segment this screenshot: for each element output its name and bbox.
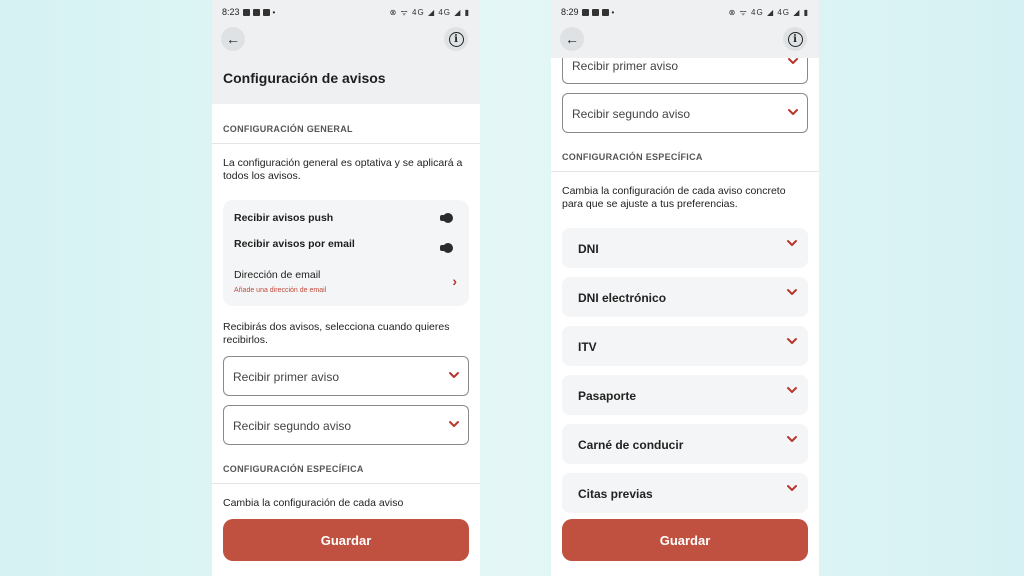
info-button[interactable]: i — [783, 27, 807, 51]
second-notice-select[interactable]: Recibir segundo aviso — [223, 405, 469, 445]
chevron-down-icon — [448, 418, 459, 428]
first-notice-value: Recibir primer aviso — [572, 59, 679, 73]
chevron-down-icon — [787, 106, 798, 116]
two-notices-description: Recibirás dos avisos, selecciona cuando … — [223, 321, 450, 346]
status-time: 8:29 — [561, 7, 579, 17]
back-button[interactable]: ← — [221, 27, 245, 51]
section-general-header: CONFIGURACIÓN GENERAL — [223, 124, 353, 134]
accordion-label: DNI electrónico — [578, 291, 667, 305]
accordion-label: Pasaporte — [578, 389, 637, 403]
divider — [212, 143, 480, 144]
accordion-dni-electronico[interactable]: DNI electrónico — [562, 277, 808, 317]
section-specific-header: CONFIGURACIÓN ESPECÍFICA — [562, 152, 703, 162]
second-notice-value: Recibir segundo aviso — [233, 419, 352, 433]
chevron-down-icon — [786, 335, 797, 345]
notification-icon — [581, 8, 589, 16]
arrow-left-icon: ← — [565, 31, 579, 47]
accordion-pasaporte[interactable]: Pasaporte — [562, 375, 808, 415]
youtube-icon — [591, 8, 599, 16]
chevron-down-icon — [786, 237, 797, 247]
app-bar-overlay: ← i — [551, 24, 819, 58]
gallery-icon — [601, 8, 609, 16]
divider — [212, 483, 480, 484]
status-icons: ⊗ ᯤ 4G ◢ 4G ◢ ▮ — [389, 7, 470, 17]
chevron-down-icon — [786, 482, 797, 492]
back-button[interactable]: ← — [560, 27, 584, 51]
divider — [551, 171, 819, 172]
push-toggle[interactable] — [440, 213, 453, 223]
email-address-hint: Añade una dirección de email — [234, 287, 327, 294]
chevron-down-icon — [786, 384, 797, 394]
save-button[interactable]: Guardar — [562, 519, 808, 561]
notification-icon — [242, 8, 250, 16]
youtube-icon — [252, 8, 260, 16]
dot-icon: • — [272, 7, 276, 17]
accordion-label: ITV — [578, 340, 597, 354]
first-notice-select[interactable]: Recibir primer aviso — [223, 356, 469, 396]
arrow-left-icon: ← — [226, 31, 240, 47]
accordion-label: Citas previas — [578, 487, 653, 501]
first-notice-value: Recibir primer aviso — [233, 370, 340, 384]
status-time: 8:23 — [222, 7, 240, 17]
specific-description: Cambia la configuración de cada aviso co… — [562, 185, 786, 210]
save-button[interactable]: Guardar — [223, 519, 469, 561]
accordion-label: Carné de conducir — [578, 438, 684, 452]
section-specific-header: CONFIGURACIÓN ESPECÍFICA — [223, 464, 364, 474]
accordion-dni[interactable]: DNI — [562, 228, 808, 268]
second-notice-select[interactable]: Recibir segundo aviso — [562, 93, 808, 133]
chevron-down-icon — [786, 433, 797, 443]
gallery-icon — [262, 8, 270, 16]
info-button[interactable]: i — [444, 27, 468, 51]
chevron-down-icon — [786, 286, 797, 296]
chevron-right-icon: › — [452, 273, 457, 289]
dot-icon: • — [611, 7, 615, 17]
accordion-citas-previas[interactable]: Citas previas — [562, 473, 808, 513]
chevron-down-icon — [448, 369, 459, 379]
push-label: Recibir avisos push — [234, 212, 334, 224]
info-icon: i — [787, 31, 803, 47]
accordion-label: DNI — [578, 242, 599, 256]
status-bar: 8:29 • ⊗ ᯤ 4G ◢ 4G ◢ ▮ — [551, 0, 819, 24]
general-settings-card: Recibir avisos push Recibir avisos por e… — [223, 200, 469, 306]
status-icons: ⊗ ᯤ 4G ◢ 4G ◢ ▮ — [728, 7, 809, 17]
phone-screen-right: 8:29 • ⊗ ᯤ 4G ◢ 4G ◢ ▮ ← i Recibir prime… — [551, 0, 819, 576]
status-bar: 8:23 • ⊗ ᯤ 4G ◢ 4G ◢ ▮ — [212, 0, 480, 24]
accordion-itv[interactable]: ITV — [562, 326, 808, 366]
page-title: Configuración de avisos — [223, 70, 386, 86]
accordion-carne-de-conducir[interactable]: Carné de conducir — [562, 424, 808, 464]
general-description: La configuración general es optativa y s… — [223, 157, 463, 182]
email-label: Recibir avisos por email — [234, 238, 355, 250]
second-notice-value: Recibir segundo aviso — [572, 107, 691, 121]
phone-screen-left: 8:23 • ⊗ ᯤ 4G ◢ 4G ◢ ▮ ← i Configuración… — [212, 0, 480, 576]
info-icon: i — [448, 31, 464, 47]
app-bar: ← i Configuración de avisos — [212, 24, 480, 104]
email-address-label: Dirección de email — [234, 269, 321, 281]
email-toggle[interactable] — [440, 243, 453, 253]
